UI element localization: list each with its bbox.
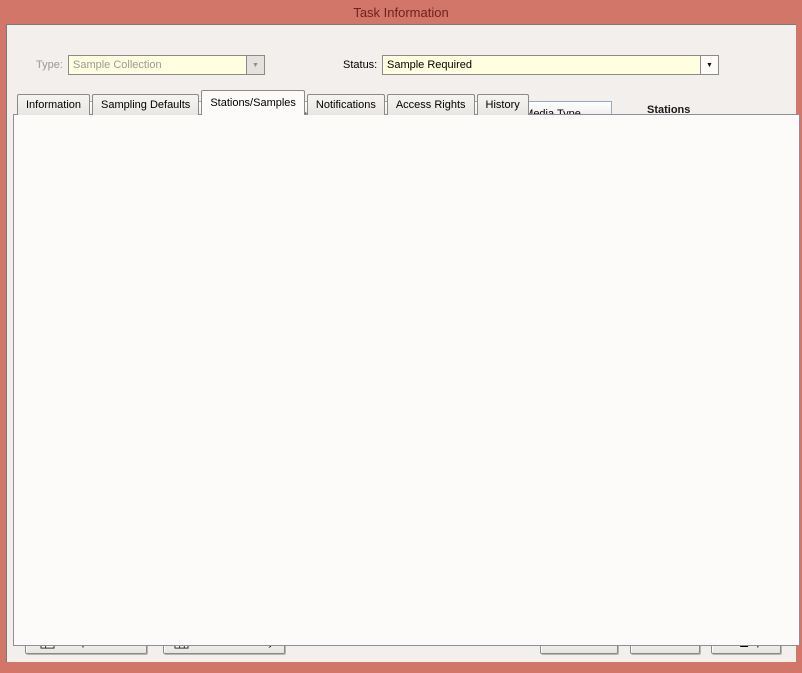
type-label: Type: [36,57,63,73]
type-value: Sample Collection [69,59,246,71]
tab-strip: Information Sampling Defaults Stations/S… [17,91,531,115]
tabpage-stations-samples [13,114,800,646]
dialog-body: Type: Sample Collection ▼ Status: Sample… [6,24,796,662]
status-label: Status: [343,57,377,73]
tab-notifications[interactable]: Notifications [307,94,385,115]
tab-information[interactable]: Information [17,94,90,115]
tab-stations-samples[interactable]: Stations/Samples [201,90,305,115]
type-dropdown-arrow-icon: ▼ [246,56,264,74]
tab-history[interactable]: History [477,94,529,115]
tab-sampling-defaults[interactable]: Sampling Defaults [92,94,199,115]
status-value: Sample Required [383,59,700,71]
tab-access-rights[interactable]: Access Rights [387,94,475,115]
window-title: Task Information [353,5,448,20]
window-titlebar: Task Information [0,0,802,24]
type-combobox: Sample Collection ▼ [68,55,265,75]
status-dropdown-arrow-icon[interactable]: ▼ [700,56,718,74]
status-combobox[interactable]: Sample Required ▼ [382,55,719,75]
